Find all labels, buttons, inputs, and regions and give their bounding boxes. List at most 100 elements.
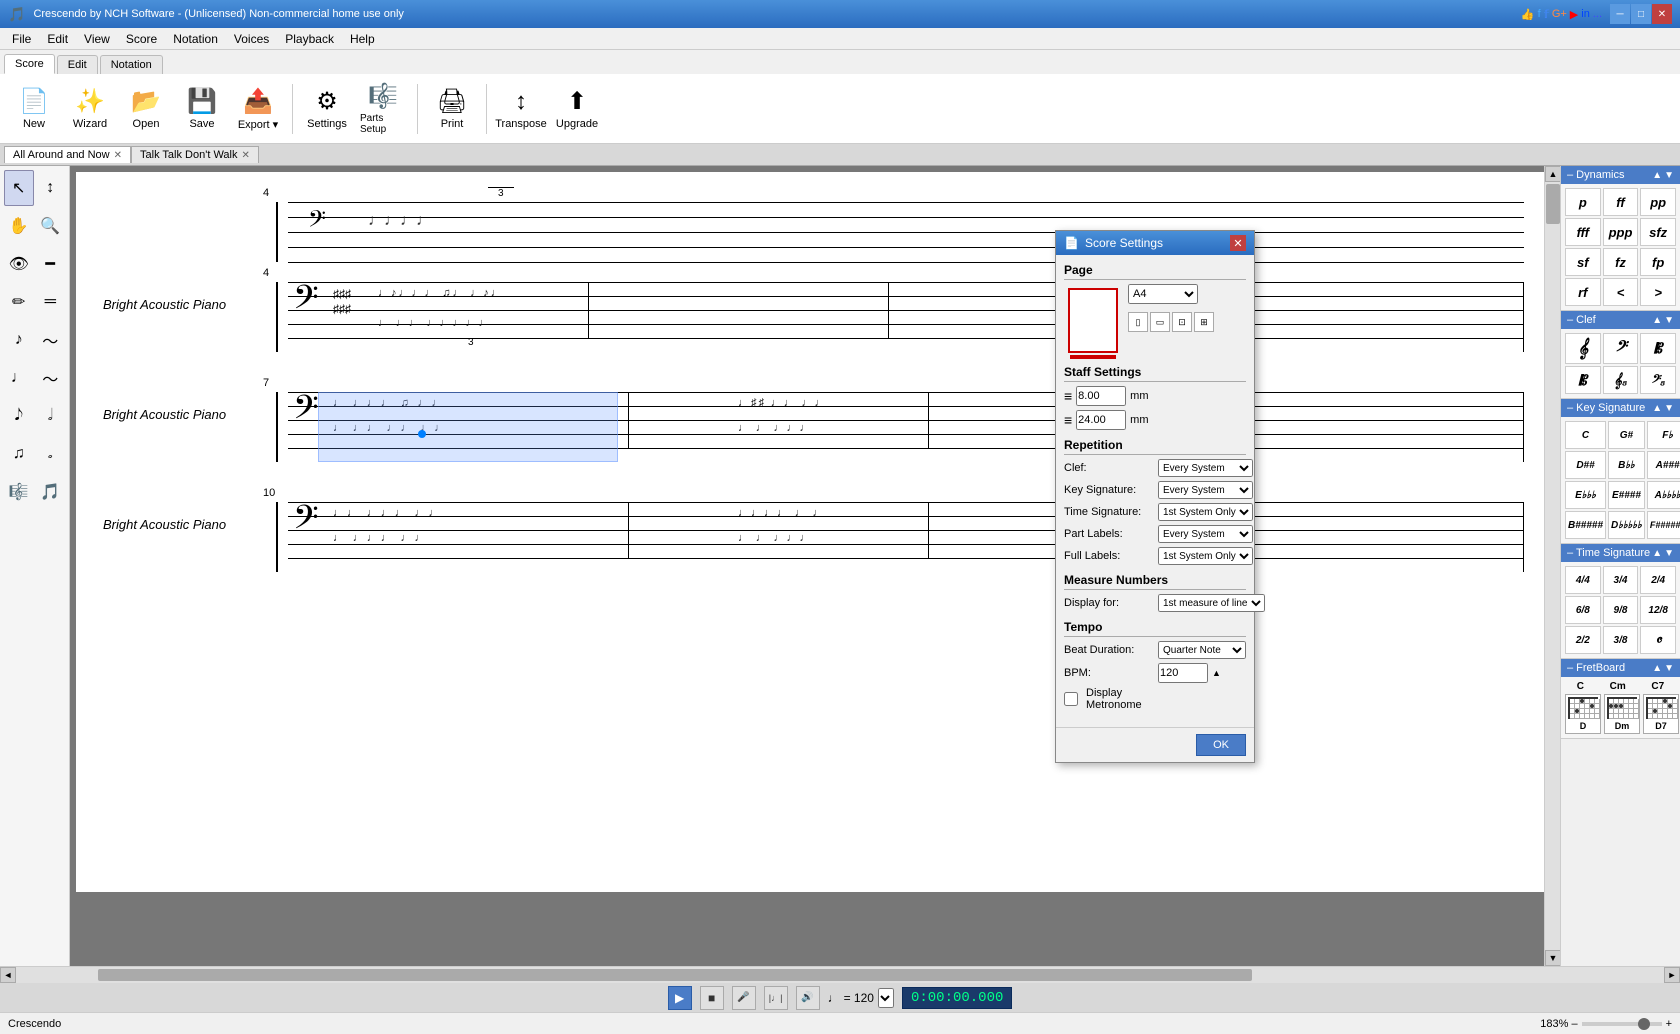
metronome-button[interactable]: |♩| — [764, 986, 788, 1010]
dynamic-sf[interactable]: sf — [1565, 248, 1601, 276]
dynamic-pp[interactable]: pp — [1640, 188, 1676, 216]
scroll-up-arrow[interactable]: ▲ — [1545, 166, 1560, 182]
portrait-icon[interactable]: ▯ — [1128, 312, 1148, 332]
maximize-button[interactable]: □ — [1631, 4, 1651, 24]
clef-bass[interactable]: 𝄢 — [1603, 333, 1639, 364]
time-sig-select[interactable]: 1st System Only Every System Never — [1158, 503, 1253, 521]
key-db[interactable]: D♭♭♭♭♭ — [1608, 511, 1645, 539]
time-38[interactable]: 3/8 — [1603, 626, 1639, 654]
time-44[interactable]: 4/4 — [1565, 566, 1601, 594]
time-sig-up[interactable]: ▲ — [1652, 548, 1662, 559]
full-labels-select[interactable]: 1st System Only Every System Never — [1158, 547, 1253, 565]
tab-edit[interactable]: Edit — [57, 55, 98, 74]
minimize-button[interactable]: ─ — [1610, 4, 1630, 24]
zoom-slider-thumb[interactable] — [1638, 1018, 1650, 1030]
display-metronome-checkbox[interactable] — [1064, 692, 1078, 706]
wavy2-tool[interactable]: 〜 — [36, 360, 66, 396]
dynamic-fff[interactable]: fff — [1565, 218, 1601, 246]
save-button[interactable]: 💾 Save — [176, 80, 228, 138]
key-f[interactable]: F♭ — [1647, 421, 1680, 449]
ok-button[interactable]: OK — [1196, 734, 1246, 756]
transpose-button[interactable]: ↕ Transpose — [495, 80, 547, 138]
line-tool[interactable]: ━ — [36, 246, 66, 282]
scroll-left-arrow[interactable]: ◄ — [0, 967, 16, 983]
tab-score[interactable]: Score — [4, 54, 55, 74]
note-icon-tool[interactable]: 🎵 — [36, 474, 66, 510]
wizard-button[interactable]: ✨ Wizard — [64, 80, 116, 138]
scroll-thumb[interactable] — [1546, 184, 1560, 224]
note7-tool[interactable]: 𝅘𝅥𝅮 — [4, 398, 34, 434]
fretboard-up[interactable]: ▲ — [1652, 663, 1662, 674]
part-labels-select[interactable]: Every System 1st System Only Never — [1158, 525, 1253, 543]
margin-icon[interactable]: ⊡ — [1172, 312, 1192, 332]
dynamic-rf[interactable]: rf — [1565, 278, 1601, 306]
time-128[interactable]: 12/8 — [1640, 596, 1676, 624]
key-sig-up[interactable]: ▲ — [1652, 403, 1662, 414]
clef-up-arrow[interactable]: ▲ — [1652, 315, 1662, 326]
play-button[interactable]: ▶ — [668, 986, 692, 1010]
time-98[interactable]: 9/8 — [1603, 596, 1639, 624]
doc-tab-0[interactable]: All Around and Now ✕ — [4, 146, 131, 163]
time-c[interactable]: 𝄴 — [1640, 626, 1676, 654]
bottom-margin-input[interactable]: 24.00 — [1076, 410, 1126, 430]
zoom-tool[interactable]: 🔍 — [36, 208, 66, 244]
mute-button[interactable]: 🔊 — [796, 986, 820, 1010]
time-68[interactable]: 6/8 — [1565, 596, 1601, 624]
time-22[interactable]: 2/2 — [1565, 626, 1601, 654]
h-scroll-thumb[interactable] — [98, 969, 1252, 981]
quarter-note-tool[interactable]: ♩ — [4, 360, 34, 396]
doc-tab-1[interactable]: Talk Talk Don't Walk ✕ — [131, 146, 259, 163]
doc-tab-0-close[interactable]: ✕ — [114, 150, 122, 161]
pencil-tool[interactable]: ✏ — [4, 284, 34, 320]
display-for-select[interactable]: 1st measure of line Every measure Never — [1158, 594, 1265, 612]
time-sig-down[interactable]: ▼ — [1664, 548, 1674, 559]
dynamic-fz[interactable]: fz — [1603, 248, 1639, 276]
dynamic-decresc[interactable]: > — [1640, 278, 1676, 306]
clef-treble[interactable]: 𝄞 — [1565, 333, 1601, 364]
key-sig-select[interactable]: Every System 1st System Only Never — [1158, 481, 1253, 499]
beat-duration-select[interactable]: Quarter Note Half Note Eighth Note — [1158, 641, 1246, 659]
dynamics-down-arrow[interactable]: ▼ — [1664, 170, 1674, 181]
close-button[interactable]: ✕ — [1652, 4, 1672, 24]
parts-setup-button[interactable]: 🎼 Parts Setup — [357, 80, 409, 138]
chord-c7[interactable]: D7 — [1643, 694, 1679, 734]
menu-score[interactable]: Score — [118, 30, 165, 48]
top-margin-input[interactable]: 8.00 — [1076, 386, 1126, 406]
key-a[interactable]: A### — [1647, 451, 1680, 479]
score-icon-tool[interactable]: 🎼 — [4, 474, 34, 510]
page-size-select[interactable]: A4 Letter A3 — [1128, 284, 1198, 304]
key-d[interactable]: D## — [1565, 451, 1606, 479]
score-area[interactable]: 4 𝄢 ♩♩♩♩ 3 Bright Acoustic Piano — [70, 166, 1560, 966]
key-ab[interactable]: A♭♭♭♭ — [1647, 481, 1680, 509]
key-c[interactable]: C — [1565, 421, 1606, 449]
stop-button[interactable]: ■ — [700, 986, 724, 1010]
chord-c[interactable]: D — [1565, 694, 1601, 734]
h-scroll-track[interactable] — [16, 967, 1664, 983]
record-button[interactable]: 🎤 — [732, 986, 756, 1010]
menu-voices[interactable]: Voices — [226, 30, 277, 48]
menu-notation[interactable]: Notation — [165, 30, 226, 48]
dynamic-sfz[interactable]: sfz — [1640, 218, 1676, 246]
scroll-down-arrow[interactable]: ▼ — [1545, 950, 1560, 966]
key-fs[interactable]: F###### — [1647, 511, 1680, 539]
fretboard-down[interactable]: ▼ — [1664, 663, 1674, 674]
key-e[interactable]: E#### — [1608, 481, 1645, 509]
dynamic-p[interactable]: p — [1565, 188, 1601, 216]
doc-tab-1-close[interactable]: ✕ — [241, 150, 249, 161]
bpm-input[interactable] — [1158, 663, 1208, 683]
pan-tool[interactable]: ✋ — [4, 208, 34, 244]
clef-select[interactable]: Every System 1st System Only Never — [1158, 459, 1253, 477]
wide-line-tool[interactable]: ═ — [36, 284, 66, 320]
note9-tool[interactable]: ♫ — [4, 436, 34, 472]
vertical-select-tool[interactable]: ↕ — [36, 170, 66, 206]
key-bb[interactable]: B♭♭ — [1608, 451, 1645, 479]
time-24[interactable]: 2/4 — [1640, 566, 1676, 594]
key-eb[interactable]: E♭♭♭ — [1565, 481, 1606, 509]
bpm-up-arrow[interactable]: ▲ — [1212, 668, 1221, 678]
zoom-slider[interactable] — [1582, 1022, 1662, 1026]
menu-file[interactable]: File — [4, 30, 39, 48]
print-button[interactable]: 🖨 Print — [426, 80, 478, 138]
note10-tool[interactable]: 𝅗 — [36, 436, 66, 472]
tempo-select[interactable] — [878, 988, 894, 1008]
eye-tool[interactable]: 👁 — [4, 246, 34, 282]
